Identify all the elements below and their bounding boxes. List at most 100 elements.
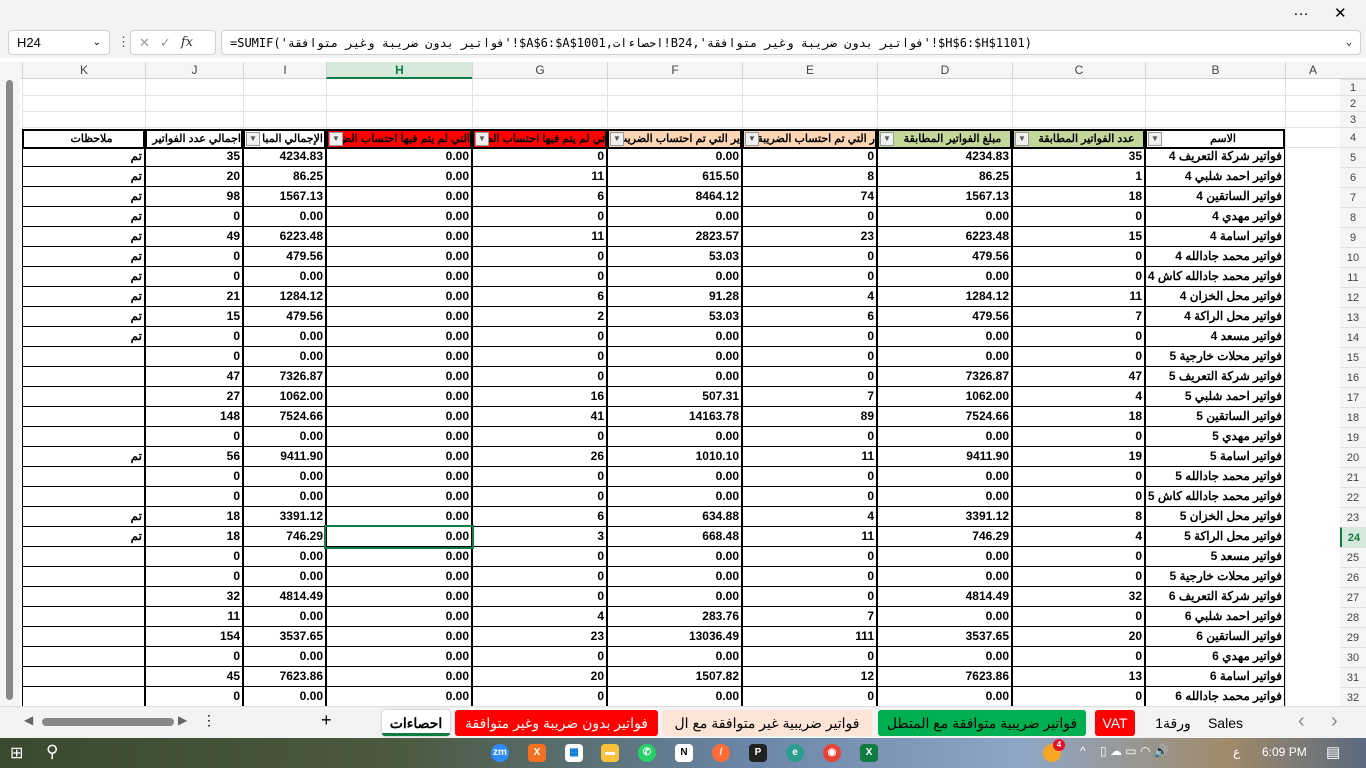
row-header-2[interactable]: 2 bbox=[1340, 95, 1366, 111]
cell-H11[interactable]: 0.00 bbox=[326, 267, 472, 287]
row-header-16[interactable]: 16 bbox=[1340, 367, 1366, 387]
cell-J24[interactable]: 18 bbox=[145, 527, 243, 547]
cell-F23[interactable]: 634.88 bbox=[607, 507, 742, 527]
cell-E20[interactable]: 11 bbox=[742, 447, 877, 467]
cell-G28[interactable]: 4 bbox=[472, 607, 607, 627]
cell-H29[interactable]: 0.00 bbox=[326, 627, 472, 647]
cell-H10[interactable]: 0.00 bbox=[326, 247, 472, 267]
row-header-11[interactable]: 11 bbox=[1340, 267, 1366, 287]
cell-D8[interactable]: 0.00 bbox=[877, 207, 1012, 227]
cell-F21[interactable]: 0.00 bbox=[607, 467, 742, 487]
scroll-left-icon[interactable]: ◀ bbox=[24, 713, 33, 727]
cell-E22[interactable]: 0 bbox=[742, 487, 877, 507]
row-header-22[interactable]: 22 bbox=[1340, 487, 1366, 507]
row-header-5[interactable]: 5 bbox=[1340, 147, 1366, 167]
cell-G24[interactable]: 3 bbox=[472, 527, 607, 547]
cell-B23[interactable]: فواتير محل الخزان 5 bbox=[1145, 507, 1285, 527]
cell-I30[interactable]: 0.00 bbox=[243, 647, 326, 667]
cell-J14[interactable]: 0 bbox=[145, 327, 243, 347]
drag-handle-icon[interactable]: ⋮ bbox=[117, 34, 130, 50]
cell-G23[interactable]: 6 bbox=[472, 507, 607, 527]
row-header-7[interactable]: 7 bbox=[1340, 187, 1366, 207]
cell-E12[interactable]: 4 bbox=[742, 287, 877, 307]
cell-F31[interactable]: 1507.82 bbox=[607, 667, 742, 687]
cell-B13[interactable]: فواتير محل الراكة 4 bbox=[1145, 307, 1285, 327]
windows-start-icon[interactable]: ⊞ bbox=[10, 743, 23, 763]
row-header-21[interactable]: 21 bbox=[1340, 467, 1366, 487]
row-header-30[interactable]: 30 bbox=[1340, 647, 1366, 667]
sheet-tab[interactable]: فواتير ضريبية متوافقة مع المتطل bbox=[878, 710, 1086, 736]
cell-D24[interactable]: 746.29 bbox=[877, 527, 1012, 547]
cell-D6[interactable]: 86.25 bbox=[877, 167, 1012, 187]
cell-J15[interactable]: 0 bbox=[145, 347, 243, 367]
cell-C28[interactable]: 0 bbox=[1012, 607, 1145, 627]
cell-H8[interactable]: 0.00 bbox=[326, 207, 472, 227]
cell-E24[interactable]: 11 bbox=[742, 527, 877, 547]
cell-F15[interactable]: 0.00 bbox=[607, 347, 742, 367]
cell-I16[interactable]: 7326.87 bbox=[243, 367, 326, 387]
cell-D10[interactable]: 479.56 bbox=[877, 247, 1012, 267]
cell-C23[interactable]: 8 bbox=[1012, 507, 1145, 527]
cell-E16[interactable]: 0 bbox=[742, 367, 877, 387]
column-header-A[interactable]: A bbox=[1285, 62, 1340, 79]
sheet-tab[interactable]: فواتير بدون ضريبة وغير متوافقة bbox=[455, 710, 658, 736]
postman-icon[interactable]: / bbox=[712, 744, 730, 762]
cell-G5[interactable]: 0 bbox=[472, 147, 607, 167]
cell-F11[interactable]: 0.00 bbox=[607, 267, 742, 287]
cell-I17[interactable]: 1062.00 bbox=[243, 387, 326, 407]
cell-K13[interactable]: تم bbox=[22, 307, 145, 327]
cell-D19[interactable]: 0.00 bbox=[877, 427, 1012, 447]
cell-D17[interactable]: 1062.00 bbox=[877, 387, 1012, 407]
cell-E13[interactable]: 6 bbox=[742, 307, 877, 327]
cell-F29[interactable]: 13036.49 bbox=[607, 627, 742, 647]
cell-K28[interactable] bbox=[22, 607, 145, 627]
cell-B28[interactable]: فواتير احمد شلبي 6 bbox=[1145, 607, 1285, 627]
cell-H24[interactable]: 0.00 bbox=[324, 525, 474, 549]
cell-D23[interactable]: 3391.12 bbox=[877, 507, 1012, 527]
cell-C7[interactable]: 18 bbox=[1012, 187, 1145, 207]
cell-C17[interactable]: 4 bbox=[1012, 387, 1145, 407]
cell-G30[interactable]: 0 bbox=[472, 647, 607, 667]
cell-J16[interactable]: 47 bbox=[145, 367, 243, 387]
cell-C20[interactable]: 19 bbox=[1012, 447, 1145, 467]
cell-G7[interactable]: 6 bbox=[472, 187, 607, 207]
cell-B19[interactable]: فواتير مهدي 5 bbox=[1145, 427, 1285, 447]
cell-J23[interactable]: 18 bbox=[145, 507, 243, 527]
cell-K29[interactable] bbox=[22, 627, 145, 647]
tray-icons[interactable]: ▯ ☁ ▭ ◠ 🔊 bbox=[1100, 744, 1169, 758]
cell-B21[interactable]: فواتير محمد جادالله 5 bbox=[1145, 467, 1285, 487]
cell-G10[interactable]: 0 bbox=[472, 247, 607, 267]
sheet-tab[interactable]: ورقة1 bbox=[1148, 710, 1198, 736]
column-header-C[interactable]: C bbox=[1012, 62, 1145, 79]
cell-C31[interactable]: 13 bbox=[1012, 667, 1145, 687]
cell-E5[interactable]: 0 bbox=[742, 147, 877, 167]
cell-J21[interactable]: 0 bbox=[145, 467, 243, 487]
row-header-26[interactable]: 26 bbox=[1340, 567, 1366, 587]
filter-dropdown-icon[interactable]: ▼ bbox=[475, 132, 489, 146]
cell-H13[interactable]: 0.00 bbox=[326, 307, 472, 327]
cell-H23[interactable]: 0.00 bbox=[326, 507, 472, 527]
cell-B26[interactable]: فواتير محلات خارجية 5 bbox=[1145, 567, 1285, 587]
cell-J19[interactable]: 0 bbox=[145, 427, 243, 447]
cell-I9[interactable]: 6223.48 bbox=[243, 227, 326, 247]
cell-B7[interactable]: فواتير الساتقين 4 bbox=[1145, 187, 1285, 207]
row-header-1[interactable]: 1 bbox=[1340, 79, 1366, 95]
sheet-tab[interactable]: Sales bbox=[1205, 710, 1249, 736]
cell-J27[interactable]: 32 bbox=[145, 587, 243, 607]
cell-J7[interactable]: 98 bbox=[145, 187, 243, 207]
cell-F9[interactable]: 2823.57 bbox=[607, 227, 742, 247]
column-header-I[interactable]: I bbox=[243, 62, 326, 79]
cell-B31[interactable]: فواتير اسامة 6 bbox=[1145, 667, 1285, 687]
cell-K9[interactable]: تم bbox=[22, 227, 145, 247]
cell-J9[interactable]: 49 bbox=[145, 227, 243, 247]
cell-J12[interactable]: 21 bbox=[145, 287, 243, 307]
cell-D22[interactable]: 0.00 bbox=[877, 487, 1012, 507]
prev-sheet-icon[interactable]: ‹ bbox=[1298, 710, 1305, 733]
sheet-tab[interactable]: احصاءات bbox=[382, 710, 450, 736]
filter-dropdown-icon[interactable]: ▼ bbox=[880, 132, 894, 146]
cell-H22[interactable]: 0.00 bbox=[326, 487, 472, 507]
cell-C32[interactable]: 0 bbox=[1012, 687, 1145, 707]
cell-D12[interactable]: 1284.12 bbox=[877, 287, 1012, 307]
cell-J28[interactable]: 11 bbox=[145, 607, 243, 627]
cell-F12[interactable]: 91.28 bbox=[607, 287, 742, 307]
